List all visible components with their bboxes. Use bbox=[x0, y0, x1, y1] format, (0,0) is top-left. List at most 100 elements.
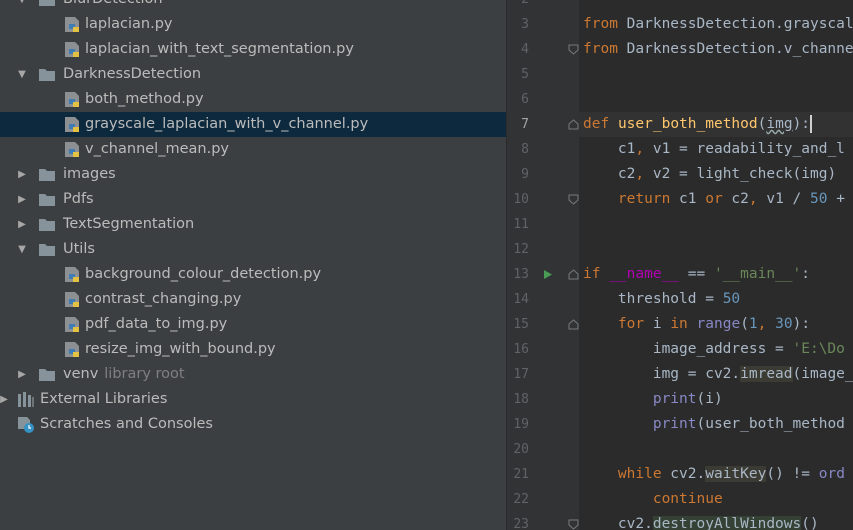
tree-item-grayscale-laplacian-with-v-channel-py[interactable]: grayscale_laplacian_with_v_channel.py bbox=[0, 112, 506, 137]
code-line: c1, v1 = readability_and_l bbox=[583, 141, 845, 157]
line-number: 21 bbox=[513, 467, 529, 482]
code-line: continue bbox=[652, 491, 723, 507]
scratches-icon bbox=[17, 416, 35, 433]
code-line: image_address = 'E:\Do bbox=[583, 341, 845, 357]
tree-item-label: grayscale_laplacian_with_v_channel.py bbox=[85, 116, 369, 132]
line-number: 10 bbox=[513, 192, 529, 207]
tree-item-label: BlurDetection bbox=[63, 0, 163, 12]
folder-icon bbox=[38, 191, 56, 208]
python-file-icon bbox=[64, 291, 82, 308]
python-file-icon bbox=[64, 16, 82, 33]
line-number: 19 bbox=[513, 417, 529, 432]
tree-item-pdfs[interactable]: ▶ Pdfs bbox=[0, 187, 506, 212]
line-number: 17 bbox=[513, 367, 529, 382]
tree-item-laplacian-with-text-segmentation-py[interactable]: laplacian_with_text_segmentation.py bbox=[0, 37, 506, 62]
line-number: 6 bbox=[521, 92, 529, 107]
line-number: 4 bbox=[521, 42, 529, 57]
code-line: threshold = 50 bbox=[583, 291, 741, 307]
tree-item-utils[interactable]: ▼ Utils bbox=[0, 237, 506, 262]
chevron-right-icon[interactable]: ▶ bbox=[16, 362, 28, 387]
tree-item-label: v_channel_mean.py bbox=[85, 141, 229, 157]
python-file-icon bbox=[64, 341, 82, 358]
tree-item-label: resize_img_with_bound.py bbox=[85, 341, 276, 357]
tree-item-background-colour-detection-py[interactable]: background_colour_detection.py bbox=[0, 262, 506, 287]
folder-icon bbox=[38, 0, 56, 8]
fold-icon[interactable] bbox=[568, 262, 579, 287]
line-number: 18 bbox=[513, 392, 529, 407]
tree-item-external-libraries[interactable]: ▶ External Libraries bbox=[0, 387, 506, 412]
tree-item-laplacian-py[interactable]: laplacian.py bbox=[0, 12, 506, 37]
folder-icon bbox=[38, 66, 56, 83]
project-tool-window: ▼ BlurDetection laplacian.py laplacian_w… bbox=[0, 0, 506, 530]
chevron-right-icon[interactable]: ▶ bbox=[16, 162, 28, 187]
code-line: for i in range(1, 30): bbox=[617, 316, 811, 332]
tree-item-textsegmentation[interactable]: ▶ TextSegmentation bbox=[0, 212, 506, 237]
tree-item-label: laplacian_with_text_segmentation.py bbox=[85, 41, 354, 57]
python-file-icon bbox=[64, 91, 82, 108]
code-line: print(i) bbox=[652, 391, 723, 407]
fold-icon[interactable] bbox=[568, 187, 579, 212]
text-caret bbox=[810, 115, 813, 133]
code-editor[interactable]: 2 3 4 5 6 7 8 9 10 11 12 13 14 15 16 17 … bbox=[507, 0, 853, 530]
tree-item-pdf-data-to-img-py[interactable]: pdf_data_to_img.py bbox=[0, 312, 506, 337]
code-line: if __name__ == '__main__': bbox=[583, 266, 811, 282]
tree-item-venv[interactable]: ▶ venv library root bbox=[0, 362, 506, 387]
line-number: 5 bbox=[521, 67, 529, 82]
python-file-icon bbox=[64, 316, 82, 333]
python-file-icon bbox=[64, 266, 82, 283]
tree-item-label: laplacian.py bbox=[85, 16, 173, 32]
folder-icon bbox=[38, 216, 56, 233]
library-root-note: library root bbox=[104, 366, 185, 382]
chevron-down-icon[interactable]: ▼ bbox=[16, 0, 28, 12]
line-number: 12 bbox=[513, 242, 529, 257]
line-number: 23 bbox=[513, 517, 529, 530]
tree-item-label: venv library root bbox=[63, 362, 185, 387]
chevron-right-icon[interactable]: ▶ bbox=[16, 212, 28, 237]
fold-icon[interactable] bbox=[568, 37, 579, 62]
code-line: from DarknessDetection.v_channel bbox=[583, 41, 853, 57]
code-line: img = cv2.imread(image_ bbox=[583, 366, 853, 382]
tree-item-name: venv bbox=[63, 366, 99, 382]
tree-item-v-channel-mean-py[interactable]: v_channel_mean.py bbox=[0, 137, 506, 162]
line-number: 9 bbox=[521, 167, 529, 182]
tree-item-blurdetection[interactable]: ▼ BlurDetection bbox=[0, 0, 506, 12]
chevron-right-icon[interactable]: ▶ bbox=[16, 187, 28, 212]
library-icon bbox=[17, 391, 35, 408]
folder-icon bbox=[38, 166, 56, 183]
line-number: 8 bbox=[521, 142, 529, 157]
fold-icon[interactable] bbox=[568, 312, 579, 337]
line-number: 16 bbox=[513, 342, 529, 357]
tree-item-label: DarknessDetection bbox=[63, 66, 202, 82]
run-icon[interactable] bbox=[543, 262, 553, 287]
line-number: 15 bbox=[513, 317, 529, 332]
line-number: 22 bbox=[513, 492, 529, 507]
fold-icon[interactable] bbox=[568, 112, 579, 137]
tree-item-images[interactable]: ▶ images bbox=[0, 162, 506, 187]
tree-item-label: Scratches and Consoles bbox=[40, 416, 213, 432]
chevron-right-icon[interactable]: ▶ bbox=[0, 387, 10, 412]
code-line: c2, v2 = light_check(img) bbox=[583, 166, 837, 182]
tree-item-resize-img-with-bound-py[interactable]: resize_img_with_bound.py bbox=[0, 337, 506, 362]
line-number: 20 bbox=[513, 442, 529, 457]
tree-item-both-method-py[interactable]: both_method.py bbox=[0, 87, 506, 112]
tree-item-label: Utils bbox=[63, 241, 95, 257]
python-file-icon bbox=[64, 41, 82, 58]
tree-item-contrast-changing-py[interactable]: contrast_changing.py bbox=[0, 287, 506, 312]
fold-icon[interactable] bbox=[568, 512, 579, 530]
tree-item-label: Pdfs bbox=[63, 191, 94, 207]
chevron-down-icon[interactable]: ▼ bbox=[16, 62, 28, 87]
tree-item-label: background_colour_detection.py bbox=[85, 266, 322, 282]
tree-item-darknessdetection[interactable]: ▼ DarknessDetection bbox=[0, 62, 506, 87]
chevron-down-icon[interactable]: ▼ bbox=[16, 237, 28, 262]
line-number: 14 bbox=[513, 292, 529, 307]
line-number: 2 bbox=[507, 0, 529, 12]
line-number: 3 bbox=[521, 17, 529, 32]
line-number: 13 bbox=[513, 267, 529, 282]
code-line: cv2.destroyAllWindows() bbox=[583, 516, 819, 530]
tree-item-scratches-and-consoles[interactable]: Scratches and Consoles bbox=[0, 412, 506, 437]
code-line: def user_both_method(img): bbox=[583, 115, 813, 133]
python-file-icon bbox=[64, 141, 82, 158]
tree-item-label: TextSegmentation bbox=[63, 216, 195, 232]
code-line: return c1 or c2, v1 / 50 + bbox=[617, 191, 845, 207]
tree-item-label: External Libraries bbox=[40, 391, 168, 407]
